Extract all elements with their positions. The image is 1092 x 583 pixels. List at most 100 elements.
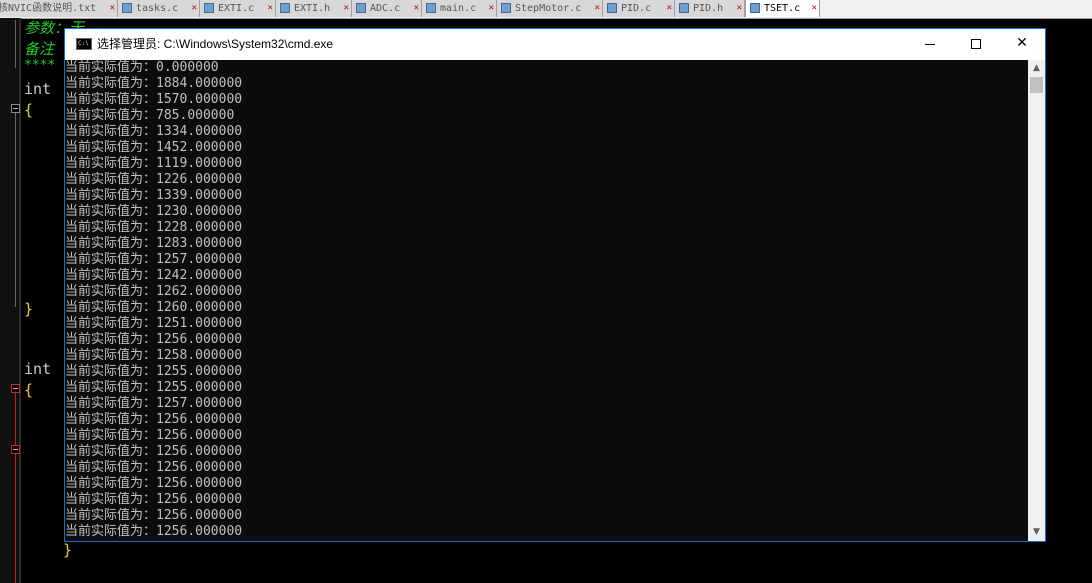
fold-toggle-icon[interactable]: [11, 445, 20, 454]
tab-label: TSET.c: [764, 3, 801, 14]
console-line: 当前实际值为：1256.000000: [65, 428, 242, 444]
code-keyword-int: int: [24, 360, 52, 378]
close-tab-icon[interactable]: ✕: [414, 0, 419, 17]
console-line: 当前实际值为：1226.000000: [65, 172, 242, 188]
console-line: 当前实际值为：1256.000000: [65, 444, 242, 460]
tab-pid-h[interactable]: PID.h ✕: [675, 0, 745, 17]
editor-tab-bar: 核NVIC函数说明.txt ✕ tasks.c ✕ EXTI.c ✕ EXTI.…: [0, 0, 1092, 19]
console-line-value: 1257.000000: [156, 252, 243, 267]
tab-main-c[interactable]: main.c ✕: [422, 0, 497, 17]
maximize-button[interactable]: [953, 29, 999, 60]
tab-exti-h[interactable]: EXTI.h ✕: [276, 0, 352, 17]
tab-label: 核NVIC函数说明.txt: [0, 3, 97, 14]
console-line-prefix: 当前实际值为：: [65, 348, 157, 363]
tab-tasks-c[interactable]: tasks.c ✕: [118, 0, 200, 17]
console-line-value: 1256.000000: [156, 460, 243, 475]
tab-tset-c[interactable]: TSET.c ✕: [745, 0, 820, 17]
tab-nvic-txt[interactable]: 核NVIC函数说明.txt ✕: [0, 0, 118, 17]
code-comment-notes: 备注: [24, 40, 55, 58]
console-line-prefix: 当前实际值为：: [65, 60, 157, 75]
console-line-value: 1255.000000: [156, 380, 243, 395]
console-line-prefix: 当前实际值为：: [65, 236, 157, 251]
minimize-button[interactable]: [907, 29, 953, 60]
console-line: 当前实际值为：1570.000000: [65, 92, 242, 108]
fold-toggle-icon[interactable]: [11, 384, 20, 393]
console-line-prefix: 当前实际值为：: [65, 252, 157, 267]
console-line-value: 1258.000000: [156, 348, 243, 363]
scroll-up-icon[interactable]: ▲: [1028, 60, 1045, 77]
vertical-scrollbar[interactable]: ▲ ▼: [1028, 60, 1045, 541]
close-tab-icon[interactable]: ✕: [737, 0, 742, 17]
console-line: 当前实际值为：1251.000000: [65, 316, 242, 332]
close-tab-icon[interactable]: ✕: [110, 0, 115, 17]
console-line-prefix: 当前实际值为：: [65, 364, 157, 379]
console-line: 当前实际值为：0.000000: [65, 60, 219, 76]
close-tab-icon[interactable]: ✕: [344, 0, 349, 17]
console-line: 当前实际值为：1256.000000: [65, 524, 242, 540]
console-line-prefix: 当前实际值为：: [65, 428, 157, 443]
console-line: 当前实际值为：1257.000000: [65, 252, 242, 268]
console-line: 当前实际值为：1256.000000: [65, 332, 242, 348]
close-tab-icon[interactable]: ✕: [192, 0, 197, 17]
h-file-icon: [280, 3, 290, 13]
tab-label: StepMotor.c: [515, 3, 582, 14]
tab-label: EXTI.c: [218, 3, 255, 14]
console-line: 当前实际值为：1334.000000: [65, 124, 242, 140]
fold-toggle-icon[interactable]: [11, 104, 20, 113]
console-line-prefix: 当前实际值为：: [65, 444, 157, 459]
tab-pid-c[interactable]: PID.c ✕: [603, 0, 675, 17]
console-line-value: 1256.000000: [156, 524, 243, 539]
scroll-thumb[interactable]: [1030, 77, 1043, 93]
console-line-prefix: 当前实际值为：: [65, 108, 157, 123]
editor-gutter: [0, 18, 20, 583]
console-line-value: 1256.000000: [156, 332, 243, 347]
cmd-title-bar[interactable]: 选择管理员: C:\Windows\System32\cmd.exe ✕: [65, 29, 1045, 60]
c-file-icon: [122, 3, 132, 13]
tab-stepmotor-c[interactable]: StepMotor.c ✕: [497, 0, 603, 17]
console-line-prefix: 当前实际值为：: [65, 124, 157, 139]
close-tab-icon[interactable]: ✕: [667, 0, 672, 17]
console-line-value: 1256.000000: [156, 492, 243, 507]
tab-label: PID.h: [693, 3, 724, 14]
console-line-value: 1119.000000: [156, 156, 243, 171]
console-line-prefix: 当前实际值为：: [65, 332, 157, 347]
close-tab-icon[interactable]: ✕: [812, 0, 817, 17]
console-line-prefix: 当前实际值为：: [65, 204, 157, 219]
console-line: 当前实际值为：1255.000000: [65, 380, 242, 396]
c-file-icon: [204, 3, 214, 13]
console-line: 当前实际值为：1256.000000: [65, 412, 242, 428]
console-line: 当前实际值为：1242.000000: [65, 268, 242, 284]
console-line-value: 1884.000000: [156, 76, 243, 91]
console-line-value: 1256.000000: [156, 428, 243, 443]
console-line-prefix: 当前实际值为：: [65, 284, 157, 299]
console-line: 当前实际值为：1255.000000: [65, 364, 242, 380]
console-app-icon[interactable]: [76, 38, 92, 50]
close-button[interactable]: ✕: [999, 29, 1045, 60]
code-brace-close: }: [24, 300, 34, 318]
console-line-value: 1226.000000: [156, 172, 243, 187]
tab-label: EXTI.h: [294, 3, 331, 14]
fold-guide: [15, 20, 16, 68]
scroll-down-icon[interactable]: ▼: [1028, 524, 1045, 541]
close-tab-icon[interactable]: ✕: [489, 0, 494, 17]
console-line-value: 1228.000000: [156, 220, 243, 235]
console-line-value: 1334.000000: [156, 124, 243, 139]
cmd-window[interactable]: 选择管理员: C:\Windows\System32\cmd.exe ✕ 当前实…: [65, 29, 1045, 541]
code-brace-open: {: [24, 381, 34, 399]
console-line-value: 1256.000000: [156, 444, 243, 459]
console-line-value: 1251.000000: [156, 316, 243, 331]
console-line-prefix: 当前实际值为：: [65, 140, 157, 155]
gutter-divider: [19, 18, 21, 583]
console-line-prefix: 当前实际值为：: [65, 76, 157, 91]
console-line-prefix: 当前实际值为：: [65, 492, 157, 507]
close-tab-icon[interactable]: ✕: [595, 0, 600, 17]
console-line-value: 1339.000000: [156, 188, 243, 203]
close-tab-icon[interactable]: ✕: [268, 0, 273, 17]
console-line-prefix: 当前实际值为：: [65, 508, 157, 523]
tab-adc-c[interactable]: ADC.c ✕: [352, 0, 422, 17]
console-output[interactable]: 当前实际值为：0.000000 当前实际值为：1884.000000 当前实际值为：…: [65, 60, 1028, 541]
console-line-prefix: 当前实际值为：: [65, 300, 157, 315]
console-line-value: 1230.000000: [156, 204, 243, 219]
console-line-value: 1257.000000: [156, 396, 243, 411]
tab-exti-c[interactable]: EXTI.c ✕: [200, 0, 276, 17]
